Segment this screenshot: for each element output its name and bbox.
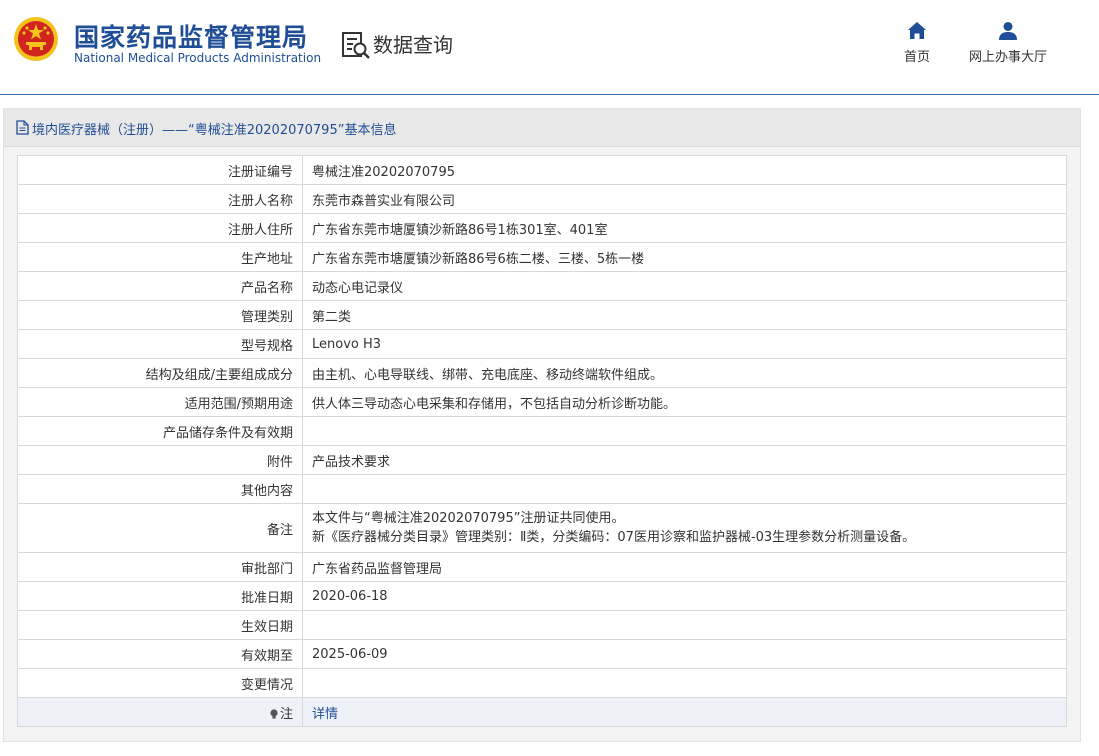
row-label: 产品名称 <box>17 271 303 301</box>
table-row: 管理类别 第二类 <box>17 300 1067 330</box>
table-row: 有效期至 2025-06-09 <box>17 639 1067 669</box>
table-row: 注 详情 <box>17 697 1067 727</box>
row-label: 变更情况 <box>17 668 303 698</box>
table-row: 注册证编号 粤械注准20202070795 <box>17 155 1067 185</box>
row-value <box>302 668 1067 698</box>
section-title: 数据查询 <box>373 33 453 57</box>
lightbulb-icon <box>270 708 278 719</box>
row-label: 审批部门 <box>17 552 303 582</box>
row-label: 注册证编号 <box>17 155 303 185</box>
table-row: 其他内容 <box>17 474 1067 504</box>
row-value: 第二类 <box>302 300 1067 330</box>
row-value: 东莞市森普实业有限公司 <box>302 184 1067 214</box>
brand-name-cn[interactable]: 国家药品监督管理局 <box>74 18 308 54</box>
panel-header: 境内医疗器械（注册）——“粤械注准20202070795”基本信息 <box>4 109 1080 147</box>
table-row: 附件 产品技术要求 <box>17 445 1067 475</box>
row-value: 本文件与“粤械注准20202070795”注册证共同使用。 新《医疗器械分类目录… <box>302 503 1067 553</box>
details-link[interactable]: 详情 <box>312 707 338 722</box>
row-label: 生效日期 <box>17 610 303 640</box>
site-header: 国家药品监督管理局 National Medical Products Admi… <box>0 0 1099 95</box>
row-label: 注册人住所 <box>17 213 303 243</box>
note-label-cell: 注 <box>17 697 303 727</box>
row-value <box>302 474 1067 504</box>
row-label: 注册人名称 <box>17 184 303 214</box>
remark-line-1: 本文件与“粤械注准20202070795”注册证共同使用。 <box>312 511 625 526</box>
row-label: 其他内容 <box>17 474 303 504</box>
row-label: 结构及组成/主要组成成分 <box>17 358 303 388</box>
row-value: 2025-06-09 <box>302 639 1067 669</box>
row-label: 生产地址 <box>17 242 303 272</box>
row-label: 注 <box>279 706 293 722</box>
row-value: 广东省东莞市塘厦镇沙新路86号6栋二楼、三楼、5栋一楼 <box>302 242 1067 272</box>
table-row: 备注 本文件与“粤械注准20202070795”注册证共同使用。 新《医疗器械分… <box>17 503 1067 553</box>
row-label: 批准日期 <box>17 581 303 611</box>
row-label: 附件 <box>17 445 303 475</box>
row-value: 供人体三导动态心电采集和存储用，不包括自动分析诊断功能。 <box>302 387 1067 417</box>
table-row: 产品名称 动态心电记录仪 <box>17 271 1067 301</box>
detail-panel: 境内医疗器械（注册）——“粤械注准20202070795”基本信息 注册证编号 … <box>3 108 1081 742</box>
table-row: 产品储存条件及有效期 <box>17 416 1067 446</box>
table-row: 注册人名称 东莞市森普实业有限公司 <box>17 184 1067 214</box>
row-value: 由主机、心电导联线、绑带、充电底座、移动终端软件组成。 <box>302 358 1067 388</box>
row-value: Lenovo H3 <box>302 329 1067 359</box>
row-value: 产品技术要求 <box>302 445 1067 475</box>
nav-online-hall[interactable]: 网上办事大厅 <box>965 20 1051 65</box>
table-row: 型号规格 Lenovo H3 <box>17 329 1067 359</box>
row-value: 广东省东莞市塘厦镇沙新路86号1栋301室、401室 <box>302 213 1067 243</box>
nav-hall-label: 网上办事大厅 <box>968 50 1047 65</box>
row-value: 广东省药品监督管理局 <box>302 552 1067 582</box>
row-label: 管理类别 <box>17 300 303 330</box>
brand-name-en[interactable]: National Medical Products Administration <box>74 51 321 65</box>
document-icon <box>16 120 29 135</box>
row-label: 产品储存条件及有效期 <box>17 416 303 446</box>
user-icon <box>999 22 1017 40</box>
home-icon <box>908 22 926 39</box>
table-row: 审批部门 广东省药品监督管理局 <box>17 552 1067 582</box>
remark-line-2: 新《医疗器械分类目录》管理类别：Ⅱ类，分类编码：07医用诊察和监护器械-03生理… <box>312 530 916 545</box>
table-row: 批准日期 2020-06-18 <box>17 581 1067 611</box>
table-row: 注册人住所 广东省东莞市塘厦镇沙新路86号1栋301室、401室 <box>17 213 1067 243</box>
row-value: 粤械注准20202070795 <box>302 155 1067 185</box>
row-value <box>302 610 1067 640</box>
nav-home-label: 首页 <box>903 50 930 65</box>
table-row: 变更情况 <box>17 668 1067 698</box>
nav-home[interactable]: 首页 <box>897 20 937 65</box>
row-value: 详情 <box>302 697 1067 727</box>
row-label: 适用范围/预期用途 <box>17 387 303 417</box>
table-row: 适用范围/预期用途 供人体三导动态心电采集和存储用，不包括自动分析诊断功能。 <box>17 387 1067 417</box>
row-label: 备注 <box>17 503 303 553</box>
row-value: 动态心电记录仪 <box>302 271 1067 301</box>
row-label: 型号规格 <box>17 329 303 359</box>
row-value <box>302 416 1067 446</box>
info-table: 注册证编号 粤械注准20202070795 注册人名称 东莞市森普实业有限公司 … <box>17 155 1067 727</box>
row-value: 2020-06-18 <box>302 581 1067 611</box>
panel-title: 境内医疗器械（注册）——“粤械注准20202070795”基本信息 <box>32 123 397 138</box>
table-row: 生效日期 <box>17 610 1067 640</box>
row-label: 有效期至 <box>17 639 303 669</box>
data-query-icon <box>342 32 370 59</box>
table-row: 结构及组成/主要组成成分 由主机、心电导联线、绑带、充电底座、移动终端软件组成。 <box>17 358 1067 388</box>
table-row: 生产地址 广东省东莞市塘厦镇沙新路86号6栋二楼、三楼、5栋一楼 <box>17 242 1067 272</box>
national-emblem-icon <box>14 17 58 61</box>
